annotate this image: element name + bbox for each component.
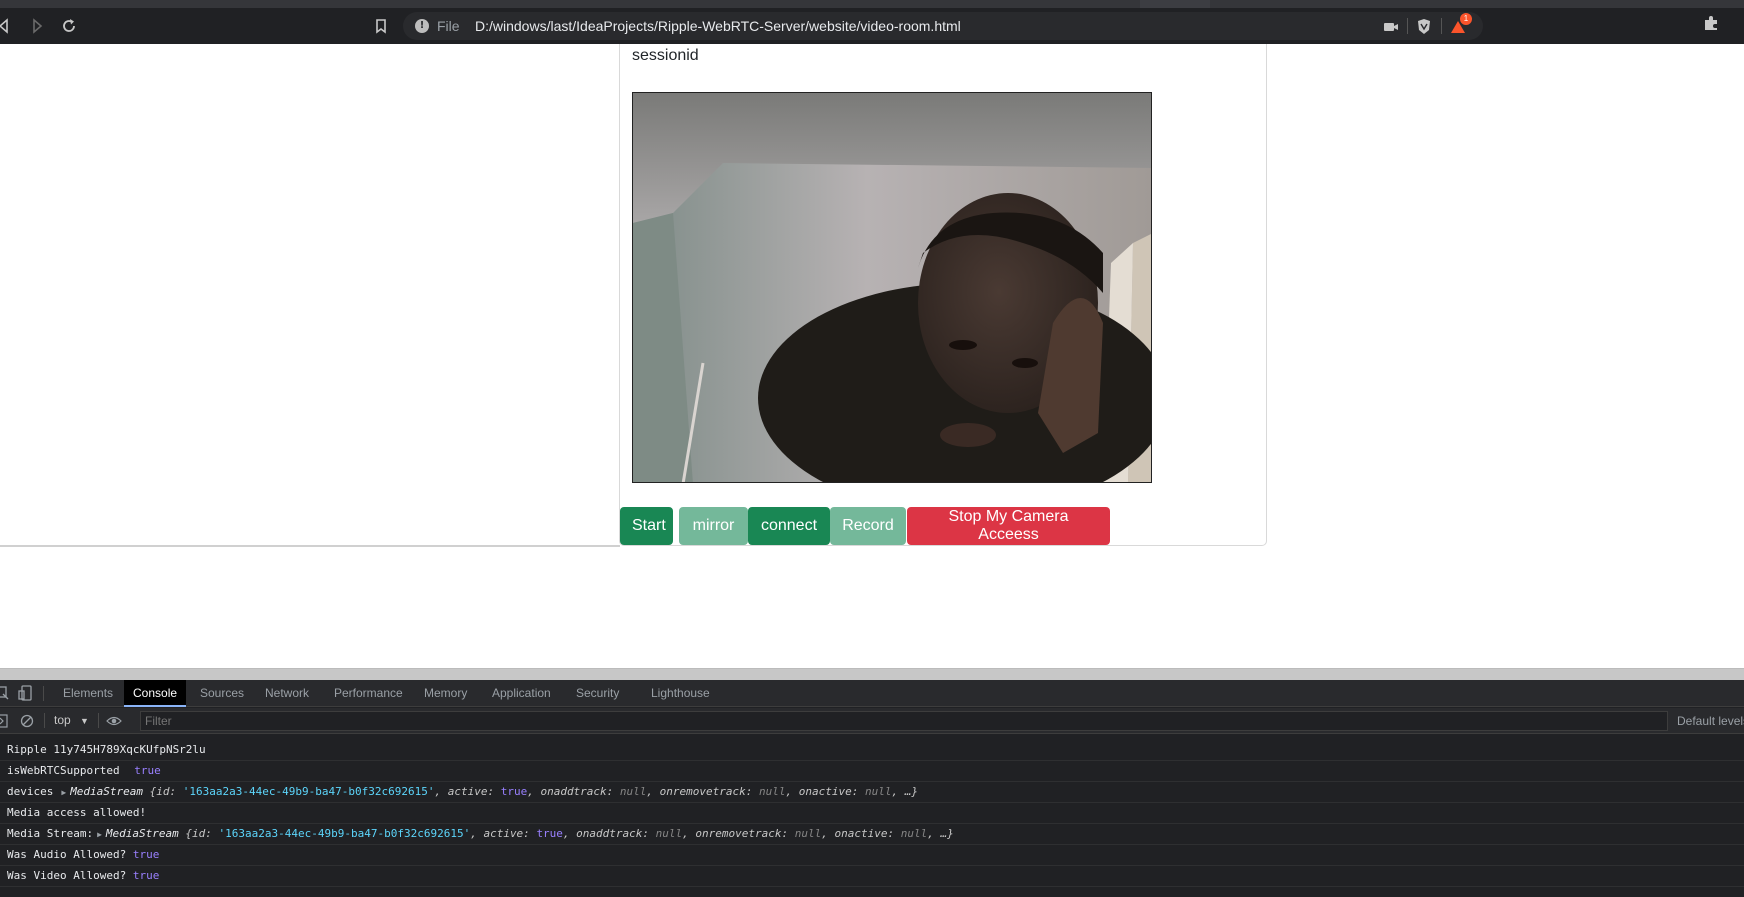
context-selector-label: top [54, 713, 71, 727]
tab-network[interactable]: Network [256, 680, 318, 707]
info-icon[interactable]: ! [415, 19, 429, 33]
console-string: '163aa2a3-44ec-49b9-ba47-b0f32c692615' [218, 827, 471, 840]
clear-console-icon[interactable] [19, 713, 35, 729]
console-value: true [132, 869, 160, 882]
url-scheme-label: File [437, 18, 460, 34]
brave-rewards-icon[interactable]: 1 [1449, 13, 1475, 36]
devtools-resize-handle[interactable] [0, 668, 1744, 680]
devtools-panel: Elements Console Sources Network Perform… [0, 680, 1744, 897]
tabbar-divider [43, 686, 44, 701]
tab-lighthouse[interactable]: Lighthouse [642, 680, 719, 707]
console-class-name[interactable]: MediaStream [106, 827, 179, 840]
connect-button[interactable]: connect [748, 507, 830, 545]
active-tab[interactable] [1140, 0, 1210, 8]
console-null: null [794, 827, 822, 840]
console-filter-input[interactable] [140, 711, 1668, 731]
page-divider [0, 545, 620, 547]
console-text: devices [7, 785, 54, 798]
context-selector[interactable]: top ▼ [54, 713, 89, 727]
console-line: Ripple 11y745H789XqcKUfpNSr2lu [0, 740, 1744, 761]
camera-feed-image [633, 93, 1151, 482]
console-text: Ripple 11y745H789XqcKUfpNSr2lu [7, 743, 206, 756]
rewards-badge: 1 [1460, 13, 1472, 25]
devtools-tabbar: Elements Console Sources Network Perform… [0, 680, 1744, 707]
tab-sources[interactable]: Sources [191, 680, 253, 707]
expand-triangle-icon[interactable]: ▶ [61, 783, 66, 803]
console-value: true [134, 764, 161, 777]
console-messages: Ripple 11y745H789XqcKUfpNSr2lu isWebRTCS… [0, 740, 1744, 887]
console-line: Was Audio Allowed? true [0, 845, 1744, 866]
console-value: true [132, 848, 160, 861]
console-text: Was Video Allowed? [7, 869, 127, 882]
console-line: Media Stream: ▶ MediaStream {id: '163aa2a3… [0, 824, 1744, 845]
browser-toolbar: ! File D:/windows/last/IdeaProjects/Ripp… [0, 8, 1744, 44]
reload-icon[interactable] [58, 15, 80, 37]
console-toolbar: top ▼ Default levels [0, 708, 1744, 734]
log-levels-dropdown[interactable]: Default levels [1677, 714, 1744, 728]
console-string: '163aa2a3-44ec-49b9-ba47-b0f32c692615' [182, 785, 435, 798]
url-text[interactable]: D:/windows/last/IdeaProjects/Ripple-WebR… [475, 18, 961, 34]
console-line: isWebRTCSupported true [0, 761, 1744, 782]
omnibox-divider [1441, 18, 1442, 34]
console-class-name[interactable]: MediaStream [70, 785, 143, 798]
forward-arrow-icon[interactable] [26, 15, 48, 37]
console-value: true [500, 785, 528, 798]
start-button[interactable]: Start [620, 507, 673, 545]
tab-elements[interactable]: Elements [54, 680, 122, 707]
console-text: Media access allowed! [7, 806, 147, 819]
console-null: null [619, 785, 647, 798]
mirror-button[interactable]: mirror [679, 507, 748, 545]
filterbar-divider [44, 713, 45, 728]
address-bar[interactable]: ! File D:/windows/last/IdeaProjects/Ripp… [403, 12, 1483, 40]
console-text: Was Audio Allowed? [7, 848, 127, 861]
video-room-card: sessionid Start mirror connect Record St… [619, 44, 1267, 546]
tab-performance[interactable]: Performance [325, 680, 412, 707]
expand-triangle-icon[interactable]: ▶ [97, 825, 102, 845]
tab-strip [0, 0, 1744, 8]
console-null: null [759, 785, 786, 798]
tab-console[interactable]: Console [124, 680, 187, 707]
console-line: Was Video Allowed? true [0, 866, 1744, 887]
console-text: isWebRTCSupported [7, 764, 120, 777]
bookmark-icon[interactable] [370, 15, 392, 37]
console-null: null [900, 827, 928, 840]
brave-shield-icon[interactable] [1416, 18, 1432, 36]
puzzle-piece-icon[interactable] [1702, 14, 1720, 32]
inspect-element-icon[interactable] [0, 685, 10, 701]
console-text: Media Stream: [7, 827, 94, 840]
console-line: devices ▶ MediaStream {id: '163aa2a3-44ec-… [0, 782, 1744, 803]
console-line: Media access allowed! [0, 803, 1744, 824]
device-toolbar-icon[interactable] [18, 685, 34, 701]
console-value: true [536, 827, 563, 840]
local-video[interactable] [632, 92, 1152, 483]
tab-application[interactable]: Application [483, 680, 560, 707]
omnibox-divider [1407, 18, 1408, 34]
console-null: null [655, 827, 683, 840]
session-id-label: sessionid [632, 47, 699, 64]
chevron-down-icon: ▼ [80, 716, 89, 726]
console-null: null [865, 785, 892, 798]
tab-security[interactable]: Security [567, 680, 628, 707]
camera-icon[interactable] [1383, 18, 1399, 36]
tab-memory[interactable]: Memory [415, 680, 476, 707]
stop-camera-button[interactable]: Stop My Camera Acceess [907, 507, 1110, 545]
filterbar-divider [98, 713, 99, 728]
record-button[interactable]: Record [830, 507, 906, 545]
live-expression-eye-icon[interactable] [106, 713, 122, 729]
back-arrow-icon[interactable] [0, 15, 16, 37]
sidebar-toggle-icon[interactable] [0, 713, 10, 729]
